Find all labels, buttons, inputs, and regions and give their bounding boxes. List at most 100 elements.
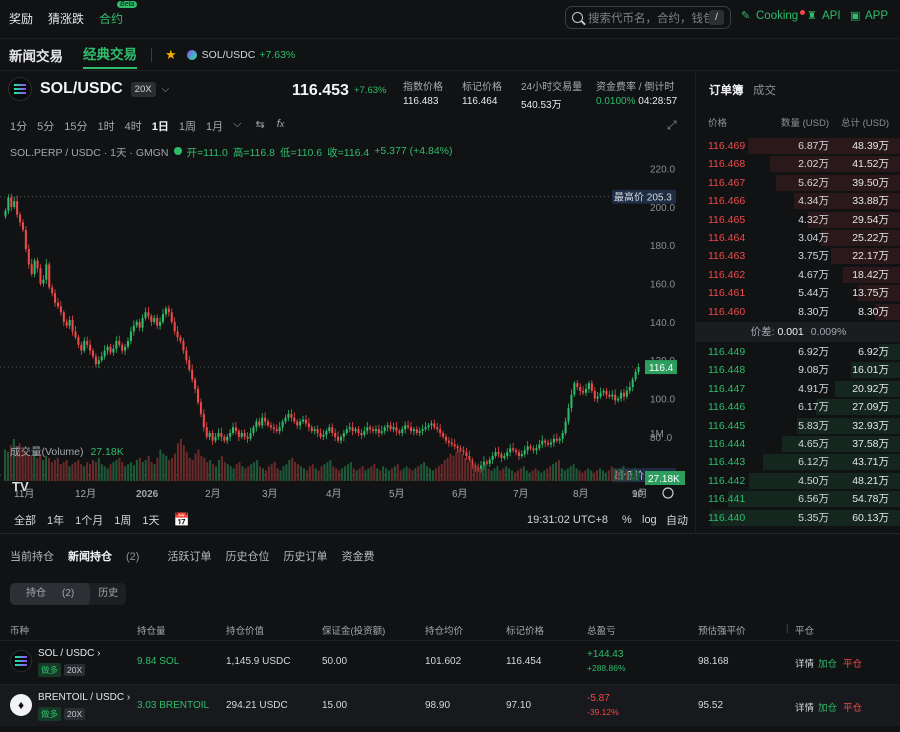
details-button[interactable]: 详情 — [795, 700, 814, 714]
volume-bar — [229, 466, 232, 481]
x-tick-label: 12月 — [75, 488, 96, 500]
orderbook-row[interactable]: 116.468 2.02万 41.52万 — [696, 155, 900, 173]
candle-body — [106, 346, 109, 351]
position-coin[interactable]: BRENTOIL / USDC › — [38, 692, 130, 703]
ob-price: 116.462 — [708, 268, 746, 281]
orderbook-row[interactable]: 116.469 6.87万 48.39万 — [696, 137, 900, 155]
orderbook-row[interactable]: 116.460 8.30万 8.30万 — [696, 303, 900, 321]
details-button[interactable]: 详情 — [795, 656, 814, 670]
range-all[interactable]: 全部 — [14, 512, 36, 528]
tf-1h[interactable]: 1时 — [98, 118, 115, 134]
ob-total: 37.58万 — [852, 438, 889, 450]
orderbook-row[interactable]: 116.445 5.83万 32.93万 — [696, 417, 900, 435]
candle-body — [596, 396, 599, 399]
candle-body — [514, 450, 518, 453]
tab-classic-trading[interactable]: 经典交易 — [83, 39, 137, 71]
tab-position-history[interactable]: 历史仓位 — [225, 548, 269, 564]
position-row[interactable]: ♦ BRENTOIL / USDC › 做多 20X 3.03 BRENTOIL 294.… — [0, 684, 900, 726]
orderbook-row[interactable]: 116.465 4.32万 29.54万 — [696, 211, 900, 229]
tf-1w[interactable]: 1周 — [179, 118, 196, 134]
tf-4h[interactable]: 4时 — [125, 118, 142, 134]
orderbook-row[interactable]: 116.443 6.12万 43.71万 — [696, 453, 900, 471]
add-position-button[interactable]: 加仓 — [818, 656, 837, 670]
volume-bar — [598, 468, 602, 481]
orderbook-row[interactable]: 116.449 6.92万 6.92万 — [696, 343, 900, 361]
orderbook-row[interactable]: 116.442 4.50万 48.21万 — [696, 472, 900, 490]
orderbook-row[interactable]: 116.462 4.67万 18.42万 — [696, 266, 900, 284]
indicator-icon[interactable]: ⇆ — [255, 118, 264, 134]
tf-1m[interactable]: 1分 — [10, 118, 27, 134]
orderbook-row[interactable]: 116.440 5.35万 60.13万 — [696, 509, 900, 527]
volume-axis-label: 1M — [650, 429, 664, 440]
more-timeframes-icon[interactable]: ⌵ — [233, 118, 241, 134]
range-1d[interactable]: 1天 — [142, 512, 159, 528]
candle-body — [532, 448, 535, 451]
search-input[interactable]: 搜索代币名，合约，钱包 / — [565, 6, 731, 29]
candle-body — [552, 438, 555, 443]
expand-icon[interactable]: ⤢ — [667, 118, 677, 133]
tab-funding[interactable]: 资金费 — [341, 548, 374, 564]
volume-bar — [203, 457, 206, 481]
tf-1d[interactable]: 1日 — [152, 118, 169, 134]
orderbook-row[interactable]: 116.466 4.34万 33.88万 — [696, 192, 900, 210]
api-link[interactable]: ♜ API — [807, 10, 841, 22]
candle-body — [439, 429, 442, 434]
range-1y[interactable]: 1年 — [47, 512, 64, 528]
api-icon: ♜ — [807, 9, 817, 22]
fx-icon[interactable]: fx — [277, 118, 285, 134]
orderbook-row[interactable]: 116.464 3.04万 25.22万 — [696, 229, 900, 247]
calendar-icon[interactable]: 📅 — [174, 512, 190, 528]
pair-selector[interactable]: SOL/USDC 20X ⌵ — [8, 77, 169, 101]
range-1w[interactable]: 1周 — [114, 512, 131, 528]
close-position-button[interactable]: 平仓 — [843, 656, 862, 670]
add-position-button[interactable]: 加仓 — [818, 700, 837, 714]
app-link[interactable]: ▣ APP — [850, 10, 888, 22]
orderbook-row[interactable]: 116.448 9.08万 16.01万 — [696, 361, 900, 379]
nav-rewards[interactable]: 奖励 — [9, 10, 33, 27]
star-icon[interactable]: ★ — [165, 47, 177, 63]
tf-1mo[interactable]: 1月 — [206, 118, 223, 134]
ob-total: 29.54万 — [852, 213, 889, 226]
tab-trades[interactable]: 成交 — [753, 82, 776, 98]
tf-5m[interactable]: 5分 — [37, 118, 54, 134]
volume-bar — [68, 466, 71, 481]
tab-news-positions[interactable]: 新闻持仓 (2) — [68, 548, 153, 564]
auto-toggle[interactable]: 自动 — [666, 512, 688, 528]
candle-body — [585, 388, 588, 393]
tab-order-history[interactable]: 历史订单 — [283, 548, 327, 564]
nav-predict[interactable]: 猜涨跌 — [48, 10, 84, 27]
pair-name: SOL/USDC — [40, 80, 123, 97]
orderbook-row[interactable]: 116.444 4.65万 37.58万 — [696, 435, 900, 453]
tab-current-positions[interactable]: 当前持仓 — [10, 548, 54, 564]
position-row[interactable]: SOL / USDC › 做多 20X 9.84 SOL 1,145.9 USDC 50.… — [0, 640, 900, 682]
orderbook-row[interactable]: 116.467 5.62万 39.50万 — [696, 174, 900, 192]
position-coin[interactable]: SOL / USDC › — [38, 648, 100, 659]
orderbook-row[interactable]: 116.441 6.56万 54.78万 — [696, 490, 900, 508]
subtab-history[interactable]: 历史 — [90, 583, 126, 605]
tab-news-trading[interactable]: 新闻交易 — [9, 45, 63, 65]
clock-time[interactable]: 19:31:02 UTC+8 — [527, 514, 608, 526]
candle-body — [506, 452, 509, 457]
subtab-holding[interactable]: 持仓 (2) — [10, 583, 91, 605]
candle-body — [304, 419, 307, 424]
nav-futures[interactable]: 合约 Beta — [99, 0, 138, 27]
orderbook-row[interactable]: 116.461 5.44万 13.75万 — [696, 284, 900, 302]
orderbook-row[interactable]: 116.463 3.75万 22.17万 — [696, 247, 900, 265]
fav-pair[interactable]: SOL/USDC — [202, 49, 256, 61]
cooking-link[interactable]: ✎ Cooking — [741, 9, 806, 22]
tab-active-orders[interactable]: 活跃订单 — [167, 548, 211, 564]
orderbook-row[interactable]: 116.447 4.91万 20.92万 — [696, 380, 900, 398]
candle-body — [229, 433, 232, 437]
candle-body — [208, 433, 211, 437]
close-position-button[interactable]: 平仓 — [843, 700, 862, 714]
volume-bar — [42, 460, 45, 481]
tf-15m[interactable]: 15分 — [64, 118, 87, 134]
candle-body — [302, 419, 305, 422]
volume-bar — [440, 464, 443, 481]
tab-orderbook[interactable]: 订单簿 — [709, 82, 744, 98]
log-toggle[interactable]: log — [642, 514, 657, 526]
tab-news-count: (2) — [126, 551, 140, 563]
range-1mo[interactable]: 1个月 — [75, 512, 103, 528]
orderbook-row[interactable]: 116.446 6.17万 27.09万 — [696, 398, 900, 416]
percent-toggle[interactable]: % — [622, 514, 632, 526]
